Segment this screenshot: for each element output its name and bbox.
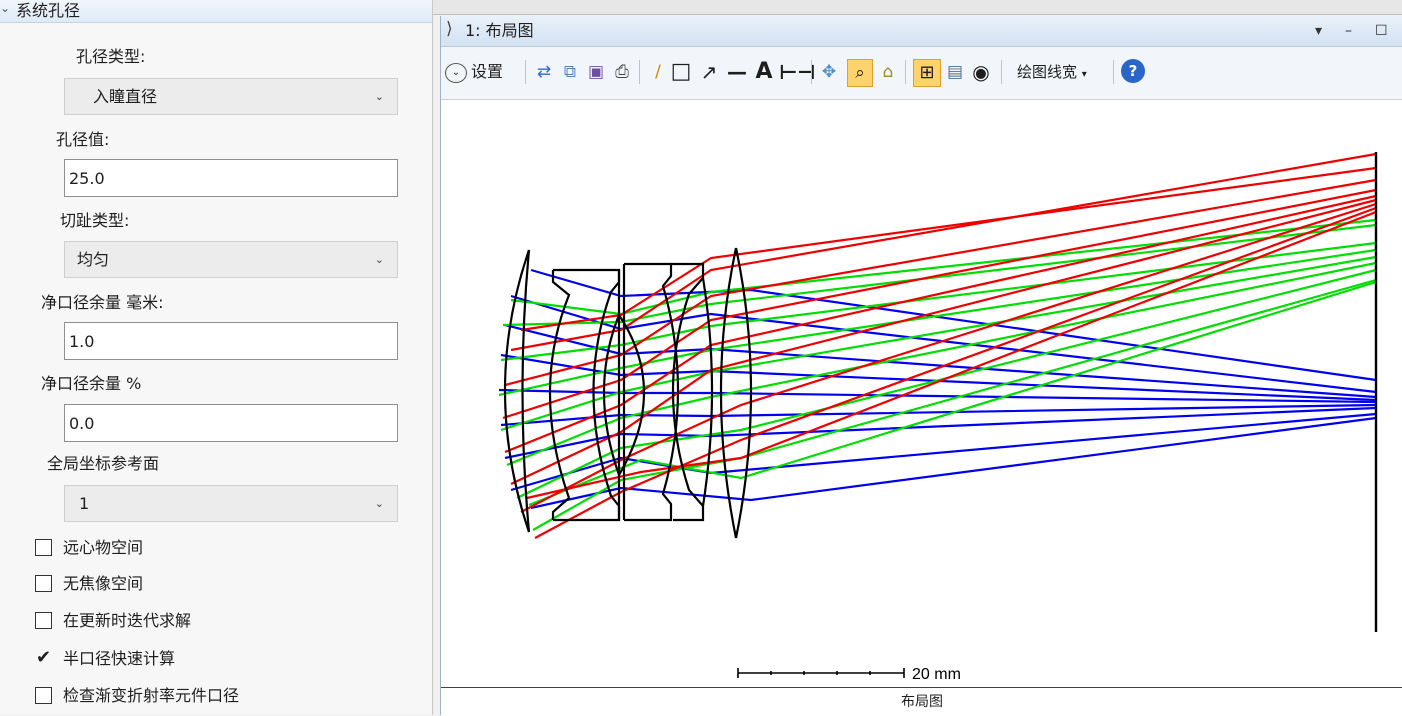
global-ref-select[interactable]: 1 ⌄	[64, 485, 398, 522]
layout-toolbar: ⌄ 设置 ⇄ ⧉ ▣ ⎙ / □ ↗ — A ⊢⊣ ✥ ⌕ ⌂ ⊞ ▤ ◉ 绘图…	[441, 47, 1402, 100]
settings-button[interactable]: 设置	[471, 59, 503, 85]
ray	[510, 152, 1377, 352]
footer-label: 布局图	[901, 694, 943, 710]
chevron-down-icon: ⌄	[374, 497, 384, 510]
rotate-icon[interactable]: ◉	[969, 59, 993, 85]
checkbox-box[interactable]	[35, 539, 52, 556]
pencil-icon[interactable]: /	[649, 59, 667, 85]
global-ref-label: 全局坐标参考面	[47, 454, 160, 473]
rectangle-icon[interactable]: □	[669, 59, 693, 85]
window-pin-icon[interactable]: ⟩	[446, 19, 453, 39]
global-ref-value: 1	[79, 494, 90, 513]
aperture-value-input[interactable]	[69, 160, 369, 196]
aperture-type-select[interactable]: 入瞳直径 ⌄	[64, 78, 398, 115]
chevron-down-icon: ⌄	[374, 90, 384, 103]
toolbar-separator	[1113, 60, 1114, 84]
checkbox-box[interactable]	[35, 687, 52, 704]
checkbox-label: 检查渐变折射率元件口径	[63, 686, 240, 705]
dimension-icon[interactable]: ⊢⊣	[779, 59, 816, 85]
zoom-icon[interactable]: ⌕	[847, 59, 873, 87]
window-footer: 布局图	[441, 687, 1402, 716]
ray	[516, 268, 1377, 499]
print-icon[interactable]: ⎙	[611, 59, 633, 85]
lock-icon[interactable]: ⌂	[877, 59, 899, 85]
section-title: 系统孔径	[16, 1, 81, 20]
scale-label: 20 mm	[912, 666, 961, 683]
settings-chevron-icon[interactable]: ⌄	[445, 63, 467, 83]
refresh-icon[interactable]: ⇄	[533, 59, 555, 85]
ray	[498, 388, 1377, 404]
line-width-label: 绘图线宽	[1017, 63, 1078, 81]
fit-icon[interactable]: ⊞	[913, 59, 941, 87]
checkbox-label: 半口径快速计算	[63, 649, 176, 668]
section-header[interactable]: ⌄ 系统孔径	[0, 0, 432, 23]
dropdown-caret-icon: ▾	[1081, 69, 1087, 80]
toolbar-separator	[905, 60, 906, 84]
clear-margin-mm-input[interactable]	[69, 323, 369, 359]
clear-margin-pct-label: 净口径余量 %	[41, 374, 142, 393]
layout-plot: 20 mm	[498, 152, 1378, 683]
ray	[520, 166, 1377, 332]
aperture-value-label: 孔径值:	[56, 130, 110, 149]
checkbox-label: 在更新时迭代求解	[63, 611, 192, 630]
clear-margin-mm-label: 净口径余量 毫米:	[41, 293, 164, 312]
dropdown-icon[interactable]: ▾	[1315, 16, 1322, 46]
window-title: 1: 布局图	[465, 21, 534, 40]
apodization-label: 切趾类型:	[60, 211, 130, 230]
line-width-button[interactable]: 绘图线宽 ▾	[1017, 59, 1087, 85]
scale-bar	[737, 668, 905, 678]
aperture-value-field[interactable]	[64, 159, 398, 197]
toolbar-separator	[639, 60, 640, 84]
collapse-arrow-icon[interactable]: ⌄	[0, 1, 10, 15]
toolbar-separator	[1001, 60, 1002, 84]
window-icon[interactable]: ▤	[943, 59, 967, 85]
checkbox-label: 远心物空间	[63, 538, 144, 557]
arrow-icon[interactable]: ↗	[697, 59, 721, 85]
red-rays	[502, 152, 1377, 539]
toolbar-separator	[525, 60, 526, 84]
main-toolbar-strip	[433, 0, 1402, 15]
checkbox-box[interactable]	[35, 612, 52, 629]
ray-group	[498, 152, 1377, 539]
clear-margin-pct-field[interactable]	[64, 404, 398, 442]
window-titlebar[interactable]: ⟩ 1: 布局图 ▾ – ☐	[441, 16, 1402, 47]
checkbox-label: 无焦像空间	[63, 574, 144, 593]
layout-window: ⟩ 1: 布局图 ▾ – ☐ ⌄ 设置 ⇄ ⧉ ▣ ⎙ / □ ↗ — A ⊢⊣…	[440, 16, 1402, 716]
aperture-type-label: 孔径类型:	[76, 47, 146, 66]
copy-icon[interactable]: ⧉	[559, 59, 581, 85]
system-aperture-panel: ⌄ 系统孔径 孔径类型: 入瞳直径 ⌄ 孔径值: 切趾类型: 均匀 ⌄ 净口径余…	[0, 0, 433, 715]
maximize-icon[interactable]: ☐	[1375, 16, 1388, 46]
pan-icon[interactable]: ✥	[817, 59, 841, 85]
minimize-icon[interactable]: –	[1345, 16, 1352, 46]
ray	[520, 202, 1377, 513]
apodization-value: 均匀	[77, 250, 110, 269]
text-icon[interactable]: A	[753, 59, 775, 85]
chevron-down-icon: ⌄	[374, 253, 384, 266]
clear-margin-mm-field[interactable]	[64, 322, 398, 360]
clear-margin-pct-input[interactable]	[69, 405, 369, 441]
checkbox-box[interactable]: ✔	[35, 649, 52, 667]
apodization-select[interactable]: 均匀 ⌄	[64, 241, 398, 278]
toolbar-separator	[811, 60, 812, 84]
save-icon[interactable]: ▣	[585, 59, 607, 85]
help-icon[interactable]: ?	[1121, 59, 1145, 83]
line-icon[interactable]: —	[725, 59, 749, 85]
checkbox-box[interactable]	[35, 575, 52, 592]
aperture-type-value: 入瞳直径	[93, 87, 158, 106]
